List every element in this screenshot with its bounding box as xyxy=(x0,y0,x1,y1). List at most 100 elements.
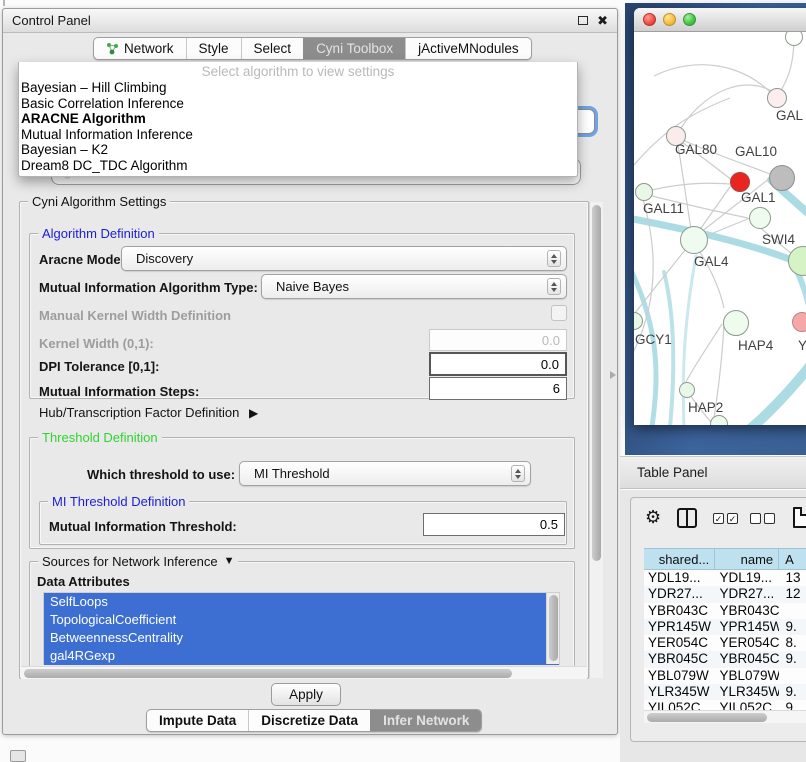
mi-threshold-group-title: MI Threshold Definition xyxy=(48,494,189,509)
node-label-gal-top: GAL xyxy=(776,108,803,123)
dpi-tolerance-field[interactable]: 0.0 xyxy=(429,352,567,376)
node-gal1[interactable] xyxy=(749,207,771,229)
table-row[interactable]: YDL19...YDL19...13 xyxy=(644,570,806,586)
apply-button[interactable]: Apply xyxy=(271,683,341,706)
column-header-name[interactable]: name xyxy=(715,548,779,570)
list-item-topologicalcoefficient[interactable]: TopologicalCoefficient xyxy=(44,611,559,629)
node-selected-red[interactable] xyxy=(730,172,750,192)
cell: 12 xyxy=(779,586,806,602)
sources-group-title: Sources for Network Inference xyxy=(42,554,218,569)
tab-impute-data[interactable]: Impute Data xyxy=(147,710,248,731)
tab-cyni-toolbox[interactable]: Cyni Toolbox xyxy=(303,38,405,59)
splitter-collapse-icon[interactable] xyxy=(610,371,616,379)
mi-threshold-field[interactable]: 0.5 xyxy=(423,513,565,536)
gear-icon[interactable]: ⚙ xyxy=(645,508,661,526)
expand-right-icon[interactable]: ▶ xyxy=(249,406,258,420)
minimize-traffic-light-icon[interactable] xyxy=(663,13,676,26)
table-row[interactable]: YDR27...YDR27...12 xyxy=(644,586,806,602)
attribute-list-scrollbar[interactable] xyxy=(546,593,559,664)
table-row[interactable]: YBL079WYBL079W xyxy=(644,668,806,684)
dropdown-item-bayesian-hill-climbing[interactable]: Bayesian – Hill Climbing xyxy=(19,80,577,96)
network-canvas[interactable]: GAL GAL80 GAL10 GAL1 GAL11 GAL4 SWI4 GCY… xyxy=(634,32,806,425)
settings-vertical-scrollbar-thumb[interactable] xyxy=(592,205,601,561)
list-item-selfloops[interactable]: SelfLoops xyxy=(44,593,559,611)
cell: YBR043C xyxy=(644,603,715,619)
settings-vertical-scrollbar[interactable] xyxy=(589,202,603,678)
tab-discretize-data[interactable]: Discretize Data xyxy=(248,710,370,731)
table-body[interactable]: YDL19...YDL19...13 YDR27...YDR27...12 YB… xyxy=(644,570,806,710)
node-gal4[interactable] xyxy=(680,226,708,254)
zoom-traffic-light-icon[interactable] xyxy=(683,13,696,26)
node-label-gal80: GAL80 xyxy=(675,142,717,157)
table-horizontal-scrollbar[interactable] xyxy=(644,710,806,723)
dropdown-item-aracne[interactable]: ARACNE Algorithm xyxy=(19,111,577,127)
mi-type-label: Mutual Information Algorithm Type: xyxy=(39,280,258,295)
manual-kernel-checkbox[interactable] xyxy=(551,305,567,321)
dropdown-item-bayesian-k2[interactable]: Bayesian – K2 xyxy=(19,142,577,158)
cell: 9. xyxy=(779,684,806,700)
table-horizontal-scrollbar-thumb[interactable] xyxy=(647,713,767,722)
tab-jactivemnodules[interactable]: jActiveMNodules xyxy=(405,38,531,59)
sources-group-title-row[interactable]: Sources for Network Inference ▼ xyxy=(38,554,238,569)
node-hap2[interactable] xyxy=(679,382,695,398)
cell xyxy=(779,603,806,619)
close-traffic-light-icon[interactable] xyxy=(643,13,656,26)
dropdown-item-dream8[interactable]: Dream8 DC_TDC Algorithm xyxy=(19,158,577,174)
network-icon xyxy=(106,42,119,55)
kernel-width-field[interactable]: 0.0 xyxy=(429,329,567,351)
node-label-gcy1: GCY1 xyxy=(635,332,672,347)
export-table-icon[interactable] xyxy=(793,507,806,528)
close-window-icon[interactable]: ✖ xyxy=(597,16,608,26)
list-item-gal4rgexp[interactable]: gal4RGexp xyxy=(44,647,559,665)
tab-impute-data-label: Impute Data xyxy=(159,713,236,728)
select-all-rows-icon[interactable]: ✓ ✓ xyxy=(713,513,738,524)
dropdown-item-mutual-information[interactable]: Mutual Information Inference xyxy=(19,127,577,143)
tab-infer-network-label: Infer Network xyxy=(383,713,469,728)
node-label-gal10: GAL10 xyxy=(735,144,777,159)
float-window-icon[interactable] xyxy=(578,16,588,25)
attribute-list-scrollbar-thumb[interactable] xyxy=(549,595,558,661)
dropdown-item-basic-correlation[interactable]: Basic Correlation Inference xyxy=(19,96,577,112)
settings-horizontal-scrollbar-thumb[interactable] xyxy=(24,669,512,678)
node-gal10[interactable] xyxy=(769,165,795,191)
table-row[interactable]: YIL052CYIL052C9. xyxy=(644,700,806,710)
cell: 9. xyxy=(779,619,806,635)
table-row[interactable]: YBR045CYBR045C9. xyxy=(644,651,806,667)
tab-infer-network[interactable]: Infer Network xyxy=(370,710,481,731)
column-selector-icon[interactable] xyxy=(677,508,697,528)
mi-steps-field[interactable]: 6 xyxy=(429,377,567,400)
cell: YDL19... xyxy=(715,570,779,586)
hub-definition-expander[interactable]: Hub/Transcription Factor Definition ▶ xyxy=(39,405,258,420)
table-row[interactable]: YER054CYER054C8. xyxy=(644,635,806,651)
settings-horizontal-scrollbar[interactable] xyxy=(21,666,587,679)
aracne-mode-combo[interactable]: Discovery xyxy=(121,246,567,271)
column-header-partial[interactable]: A xyxy=(779,548,806,570)
tab-select[interactable]: Select xyxy=(241,38,304,59)
cell: YDL19... xyxy=(644,570,715,586)
control-panel-tabbar: Network Style Select Cyni Toolbox jActiv… xyxy=(93,37,532,60)
tab-style-label: Style xyxy=(199,41,229,56)
table-row[interactable]: YLR345WYLR345W9. xyxy=(644,684,806,700)
apply-button-label: Apply xyxy=(289,687,323,702)
which-threshold-combo[interactable]: MI Threshold xyxy=(239,461,531,486)
network-view-window[interactable]: GAL GAL80 GAL10 GAL1 GAL11 GAL4 SWI4 GCY… xyxy=(634,8,806,425)
cell: YBR045C xyxy=(715,651,779,667)
mi-type-combo[interactable]: Naive Bayes xyxy=(261,274,567,299)
mi-type-value: Naive Bayes xyxy=(276,279,349,294)
list-item-betweennesscentrality[interactable]: BetweennessCentrality xyxy=(44,629,559,647)
tab-network[interactable]: Network xyxy=(94,38,186,59)
node-y-partial[interactable] xyxy=(792,312,806,332)
cell: YER054C xyxy=(644,635,715,651)
node-label-gal1: GAL1 xyxy=(741,190,776,205)
tab-style[interactable]: Style xyxy=(186,38,241,59)
network-window-titlebar[interactable] xyxy=(634,8,806,32)
table-row[interactable]: YPR145WYPR145W9. xyxy=(644,619,806,635)
node-gal11[interactable] xyxy=(635,183,653,201)
column-header-shared-name[interactable]: shared... xyxy=(644,548,715,570)
node-hap4[interactable] xyxy=(723,310,749,336)
deselect-all-rows-icon[interactable] xyxy=(750,513,775,524)
table-row[interactable]: YBR043CYBR043C xyxy=(644,603,806,619)
data-attributes-list[interactable]: SelfLoops TopologicalCoefficient Between… xyxy=(43,592,560,665)
collapse-down-icon[interactable]: ▼ xyxy=(224,554,235,569)
node-gal-top[interactable] xyxy=(767,88,787,108)
